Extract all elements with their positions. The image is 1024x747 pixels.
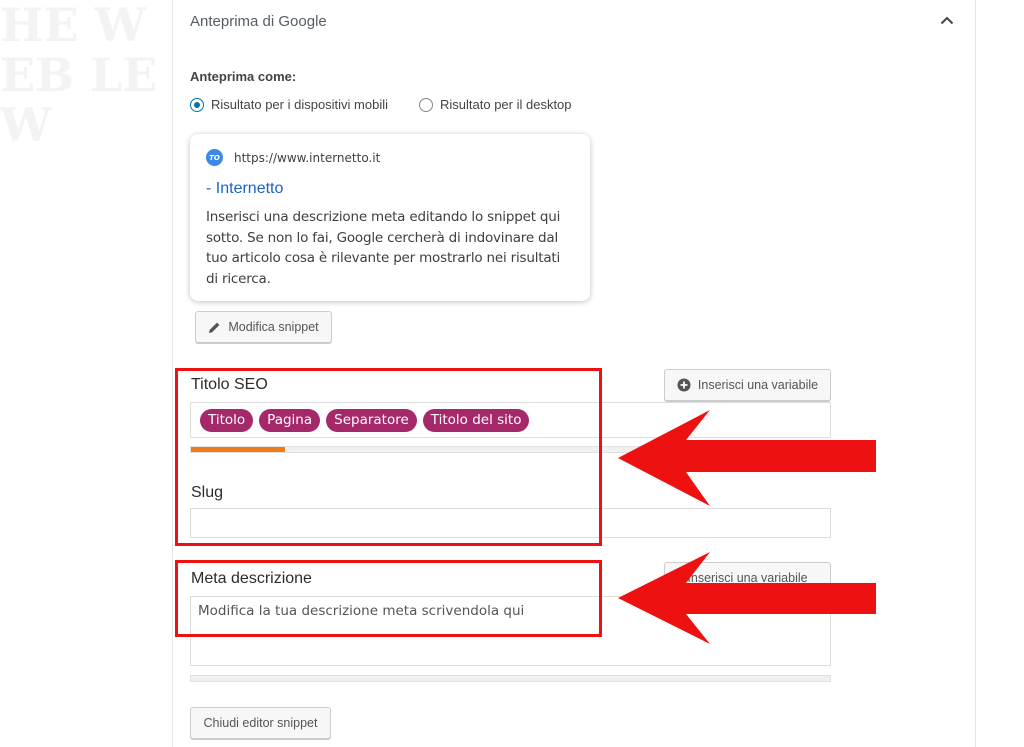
site-favicon-icon: TO	[206, 149, 223, 166]
google-snippet-card: TO https://www.internetto.it - Internett…	[190, 134, 590, 301]
preview-as-label: Anteprima come:	[190, 69, 297, 84]
radio-desktop-dot[interactable]	[419, 97, 433, 112]
radio-mobile-dot[interactable]	[190, 97, 204, 112]
pencil-icon	[209, 322, 220, 333]
panel-title: Anteprima di Google	[190, 13, 327, 30]
snippet-description: Inserisci una descrizione meta editando …	[206, 209, 561, 287]
insert-variable-label: Inserisci una variabile	[697, 378, 819, 392]
radio-mobile-label: Risultato per i dispositivi mobili	[211, 97, 389, 112]
background-watermark-text: HE WEB LEW	[0, 0, 158, 152]
radio-desktop-label: Risultato per il desktop	[440, 97, 572, 112]
close-snippet-editor-button[interactable]: Chiudi editor snippet	[190, 707, 331, 739]
annotation-highlight-box	[175, 368, 602, 546]
insert-variable-button-title[interactable]: Inserisci una variabile	[664, 369, 831, 401]
meta-description-progress-bar	[190, 675, 831, 682]
snippet-url: https://www.internetto.it	[234, 150, 381, 165]
edit-snippet-label: Modifica snippet	[228, 320, 319, 334]
edit-snippet-button[interactable]: Modifica snippet	[195, 311, 332, 343]
annotation-highlight-box	[175, 560, 602, 637]
annotation-arrow-icon	[618, 410, 876, 506]
annotation-arrow-icon	[618, 552, 876, 644]
snippet-title[interactable]: - Internetto	[206, 180, 574, 198]
radio-desktop[interactable]: Risultato per il desktop	[419, 97, 572, 112]
chevron-up-icon[interactable]	[937, 10, 957, 30]
radio-mobile[interactable]: Risultato per i dispositivi mobili	[190, 97, 388, 112]
plus-circle-icon	[677, 378, 691, 392]
